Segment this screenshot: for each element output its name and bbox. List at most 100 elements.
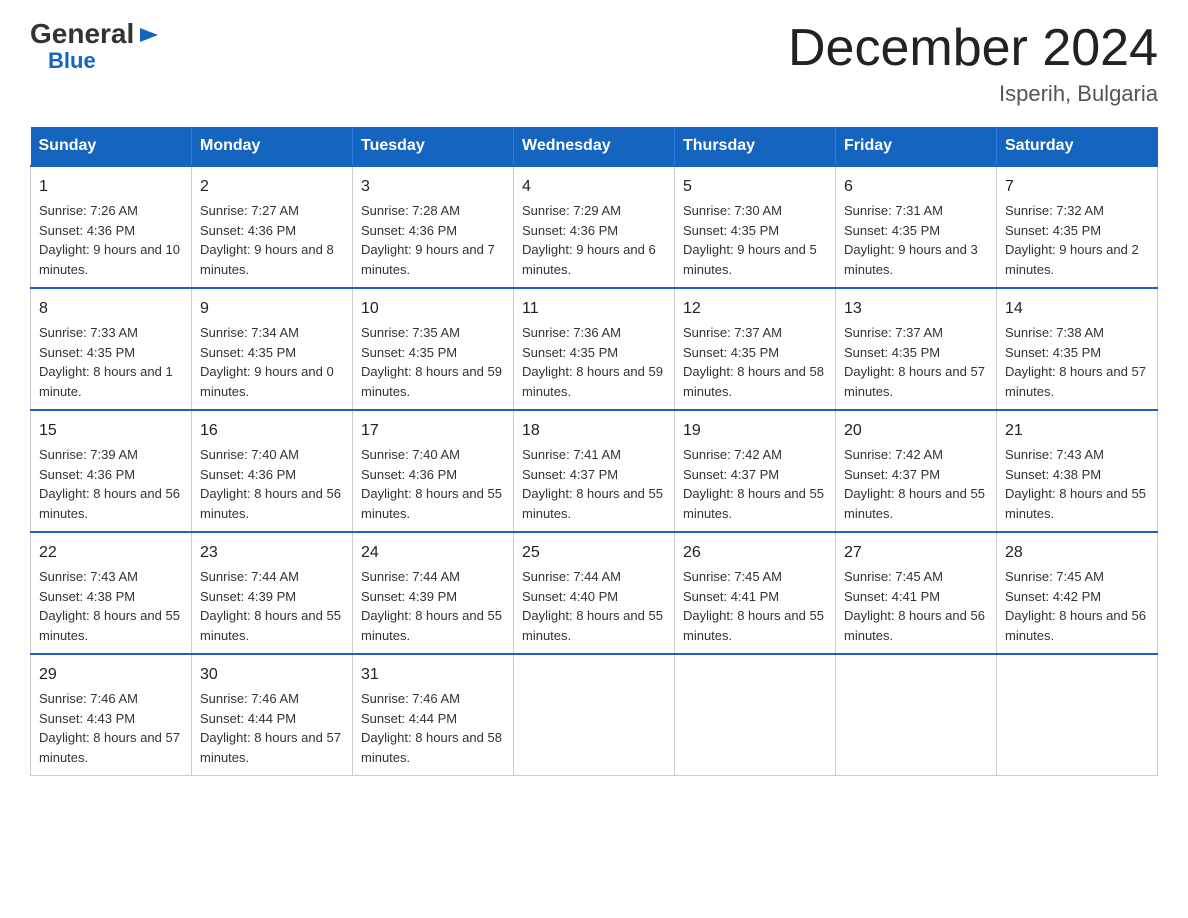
day-daylight: Daylight: 8 hours and 55 minutes. <box>683 608 824 643</box>
day-daylight: Daylight: 8 hours and 55 minutes. <box>844 486 985 521</box>
day-sunset: Sunset: 4:35 PM <box>1005 223 1101 238</box>
day-daylight: Daylight: 8 hours and 55 minutes. <box>683 486 824 521</box>
day-sunset: Sunset: 4:35 PM <box>683 345 779 360</box>
calendar-week-row: 1 Sunrise: 7:26 AM Sunset: 4:36 PM Dayli… <box>31 166 1158 288</box>
day-number: 30 <box>200 663 344 687</box>
day-sunset: Sunset: 4:35 PM <box>683 223 779 238</box>
day-sunrise: Sunrise: 7:45 AM <box>683 569 782 584</box>
day-daylight: Daylight: 8 hours and 55 minutes. <box>1005 486 1146 521</box>
day-number: 1 <box>39 175 183 199</box>
day-sunrise: Sunrise: 7:46 AM <box>200 691 299 706</box>
table-row: 31 Sunrise: 7:46 AM Sunset: 4:44 PM Dayl… <box>353 654 514 776</box>
day-sunrise: Sunrise: 7:41 AM <box>522 447 621 462</box>
day-number: 18 <box>522 419 666 443</box>
table-row: 16 Sunrise: 7:40 AM Sunset: 4:36 PM Dayl… <box>192 410 353 532</box>
calendar-location: Isperih, Bulgaria <box>788 81 1158 107</box>
day-daylight: Daylight: 8 hours and 56 minutes. <box>1005 608 1146 643</box>
col-tuesday: Tuesday <box>353 127 514 166</box>
day-sunrise: Sunrise: 7:43 AM <box>1005 447 1104 462</box>
day-sunrise: Sunrise: 7:44 AM <box>200 569 299 584</box>
day-daylight: Daylight: 8 hours and 55 minutes. <box>200 608 341 643</box>
day-sunset: Sunset: 4:35 PM <box>200 345 296 360</box>
table-row: 4 Sunrise: 7:29 AM Sunset: 4:36 PM Dayli… <box>514 166 675 288</box>
col-wednesday: Wednesday <box>514 127 675 166</box>
page-header: General Blue December 2024 Isperih, Bulg… <box>30 20 1158 107</box>
day-sunrise: Sunrise: 7:40 AM <box>200 447 299 462</box>
day-daylight: Daylight: 8 hours and 55 minutes. <box>361 486 502 521</box>
day-sunset: Sunset: 4:39 PM <box>361 589 457 604</box>
day-number: 11 <box>522 297 666 321</box>
day-number: 19 <box>683 419 827 443</box>
table-row: 1 Sunrise: 7:26 AM Sunset: 4:36 PM Dayli… <box>31 166 192 288</box>
day-daylight: Daylight: 8 hours and 58 minutes. <box>361 730 502 765</box>
day-number: 22 <box>39 541 183 565</box>
day-daylight: Daylight: 9 hours and 3 minutes. <box>844 242 978 277</box>
day-daylight: Daylight: 8 hours and 55 minutes. <box>39 608 180 643</box>
table-row: 7 Sunrise: 7:32 AM Sunset: 4:35 PM Dayli… <box>997 166 1158 288</box>
day-number: 6 <box>844 175 988 199</box>
table-row: 21 Sunrise: 7:43 AM Sunset: 4:38 PM Dayl… <box>997 410 1158 532</box>
day-sunrise: Sunrise: 7:44 AM <box>522 569 621 584</box>
day-sunset: Sunset: 4:36 PM <box>200 467 296 482</box>
day-number: 12 <box>683 297 827 321</box>
day-sunrise: Sunrise: 7:37 AM <box>844 325 943 340</box>
day-sunset: Sunset: 4:37 PM <box>522 467 618 482</box>
day-daylight: Daylight: 8 hours and 56 minutes. <box>200 486 341 521</box>
day-sunset: Sunset: 4:41 PM <box>844 589 940 604</box>
day-daylight: Daylight: 8 hours and 55 minutes. <box>522 486 663 521</box>
day-number: 26 <box>683 541 827 565</box>
table-row: 13 Sunrise: 7:37 AM Sunset: 4:35 PM Dayl… <box>836 288 997 410</box>
day-sunset: Sunset: 4:35 PM <box>844 223 940 238</box>
table-row: 12 Sunrise: 7:37 AM Sunset: 4:35 PM Dayl… <box>675 288 836 410</box>
col-monday: Monday <box>192 127 353 166</box>
day-sunset: Sunset: 4:35 PM <box>1005 345 1101 360</box>
day-sunrise: Sunrise: 7:26 AM <box>39 203 138 218</box>
table-row <box>675 654 836 776</box>
day-sunrise: Sunrise: 7:37 AM <box>683 325 782 340</box>
day-number: 2 <box>200 175 344 199</box>
day-sunset: Sunset: 4:44 PM <box>200 711 296 726</box>
table-row: 19 Sunrise: 7:42 AM Sunset: 4:37 PM Dayl… <box>675 410 836 532</box>
day-daylight: Daylight: 8 hours and 57 minutes. <box>39 730 180 765</box>
day-sunrise: Sunrise: 7:44 AM <box>361 569 460 584</box>
day-sunrise: Sunrise: 7:34 AM <box>200 325 299 340</box>
day-sunset: Sunset: 4:35 PM <box>522 345 618 360</box>
col-sunday: Sunday <box>31 127 192 166</box>
table-row: 15 Sunrise: 7:39 AM Sunset: 4:36 PM Dayl… <box>31 410 192 532</box>
day-sunrise: Sunrise: 7:46 AM <box>39 691 138 706</box>
day-number: 5 <box>683 175 827 199</box>
day-sunrise: Sunrise: 7:33 AM <box>39 325 138 340</box>
day-sunset: Sunset: 4:36 PM <box>522 223 618 238</box>
col-friday: Friday <box>836 127 997 166</box>
day-daylight: Daylight: 8 hours and 59 minutes. <box>522 364 663 399</box>
logo-blue-text: Blue <box>48 48 96 73</box>
day-sunrise: Sunrise: 7:30 AM <box>683 203 782 218</box>
col-saturday: Saturday <box>997 127 1158 166</box>
day-daylight: Daylight: 8 hours and 1 minute. <box>39 364 173 399</box>
table-row: 22 Sunrise: 7:43 AM Sunset: 4:38 PM Dayl… <box>31 532 192 654</box>
day-daylight: Daylight: 9 hours and 2 minutes. <box>1005 242 1139 277</box>
day-daylight: Daylight: 8 hours and 56 minutes. <box>39 486 180 521</box>
table-row <box>836 654 997 776</box>
day-sunset: Sunset: 4:35 PM <box>361 345 457 360</box>
day-daylight: Daylight: 8 hours and 55 minutes. <box>522 608 663 643</box>
day-number: 23 <box>200 541 344 565</box>
table-row: 5 Sunrise: 7:30 AM Sunset: 4:35 PM Dayli… <box>675 166 836 288</box>
day-daylight: Daylight: 8 hours and 59 minutes. <box>361 364 502 399</box>
day-daylight: Daylight: 9 hours and 0 minutes. <box>200 364 334 399</box>
day-number: 25 <box>522 541 666 565</box>
day-sunset: Sunset: 4:36 PM <box>361 467 457 482</box>
day-number: 17 <box>361 419 505 443</box>
table-row: 26 Sunrise: 7:45 AM Sunset: 4:41 PM Dayl… <box>675 532 836 654</box>
table-row: 6 Sunrise: 7:31 AM Sunset: 4:35 PM Dayli… <box>836 166 997 288</box>
day-sunset: Sunset: 4:36 PM <box>361 223 457 238</box>
day-sunset: Sunset: 4:44 PM <box>361 711 457 726</box>
day-number: 20 <box>844 419 988 443</box>
logo-general-text: General <box>30 20 160 48</box>
col-thursday: Thursday <box>675 127 836 166</box>
day-sunrise: Sunrise: 7:27 AM <box>200 203 299 218</box>
day-daylight: Daylight: 8 hours and 57 minutes. <box>200 730 341 765</box>
day-sunrise: Sunrise: 7:38 AM <box>1005 325 1104 340</box>
day-daylight: Daylight: 9 hours and 7 minutes. <box>361 242 495 277</box>
day-sunrise: Sunrise: 7:40 AM <box>361 447 460 462</box>
